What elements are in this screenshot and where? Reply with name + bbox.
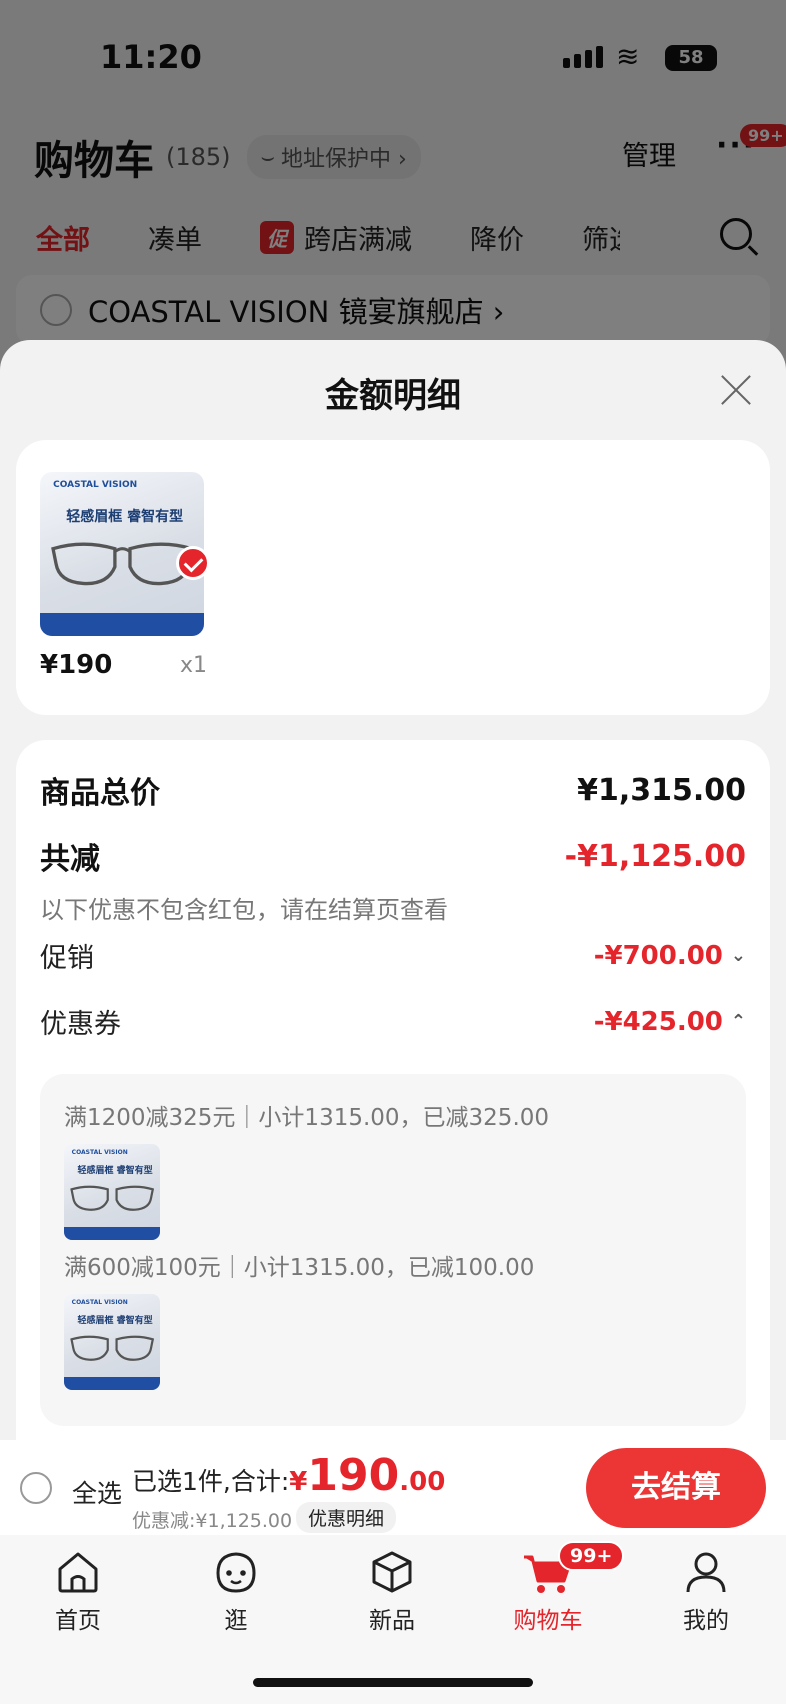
product-brand: COASTAL VISION [71,1148,128,1156]
tab-home-label: 首页 [55,1608,101,1634]
order-summary: 已选1件,合计: ¥ 190 .00 [132,1450,445,1501]
promo-value: -¥700.00 [593,940,723,971]
glasses-illustration [50,542,194,586]
checkout-button[interactable]: 去结算 [586,1448,766,1528]
total-row: 商品总价 ¥1,315.00 [40,768,746,812]
tab-profile[interactable]: 我的 [646,1549,766,1635]
box-icon [372,1551,412,1593]
discount-detail-link[interactable]: 优惠明细 [296,1502,397,1533]
coupon-label: 优惠券 [40,1009,121,1040]
profile-icon [686,1552,726,1593]
product-slogan: 轻感眉框 睿智有型 [77,1316,153,1327]
browse-icon [216,1552,256,1593]
close-icon[interactable] [716,370,756,410]
coupon-line: 满1200减325元｜小计1315.00，已减325.00 [64,1105,550,1131]
item-quantity: x1 [180,653,208,678]
coupon-row[interactable]: 优惠券 -¥425.00 ⌃ [40,1002,746,1041]
product-image-strip [40,613,204,636]
product-slogan: 轻感眉框 睿智有型 [77,1166,153,1177]
total-decimal: .00 [399,1467,446,1497]
reduce-note: 以下优惠不包含红包，请在结算页查看 [40,896,448,924]
sheet-title: 金额明细 [325,376,461,416]
product-image-strip [64,1226,160,1240]
product-image-strip [64,1376,160,1390]
total-label: 商品总价 [40,776,160,811]
glasses-illustration [70,1335,154,1361]
summary-prefix: 已选1件,合计: [132,1467,290,1496]
select-all-label[interactable]: 全选 [72,1474,122,1510]
selected-check-icon [176,546,210,580]
promo-label: 促销 [40,943,94,974]
chevron-up-icon[interactable]: ⌃ [731,1011,746,1032]
glasses-illustration [70,1185,154,1211]
amount-detail-sheet: 金额明细 COASTAL VISION 轻感眉框 睿智有型 ¥190 x1 商品… [0,340,786,1460]
coupon-product-image[interactable]: COASTAL VISION 轻感眉框 睿智有型 [64,1294,160,1390]
coupon-value-group: -¥425.00 ⌃ [594,1007,746,1037]
item-price: ¥190 [40,650,113,680]
currency-symbol: ¥ [289,1467,308,1497]
price-breakdown-card: 商品总价 ¥1,315.00 共减 -¥1,125.00 以下优惠不包含红包，请… [16,740,770,1460]
coupon-line: 满600减100元｜小计1315.00，已减100.00 [64,1255,535,1281]
reduce-label: 共减 [40,842,100,877]
checkout-bar: 全选 已选1件,合计: ¥ 190 .00 优惠减:¥1,125.00 优惠明细… [0,1440,786,1535]
tab-new-label: 新品 [369,1608,415,1634]
product-brand: COASTAL VISION [71,1298,128,1306]
product-slogan: 轻感眉框 睿智有型 [66,509,184,526]
coupon-detail-box: 满1200减325元｜小计1315.00，已减325.00 COASTAL VI… [40,1074,746,1426]
chevron-down-icon[interactable]: ⌄ [731,945,746,966]
discount-amount: 优惠减:¥1,125.00 [132,1510,293,1532]
product-brand: COASTAL VISION [53,480,138,491]
tab-browse-label: 逛 [224,1608,248,1634]
tab-new[interactable]: 新品 [332,1549,452,1635]
total-integer: 190 [307,1450,400,1501]
select-all-radio[interactable] [20,1472,52,1504]
tab-profile-label: 我的 [683,1608,729,1634]
coupon-value: -¥425.00 [593,1006,723,1037]
promo-row[interactable]: 促销 -¥700.00 ⌄ [40,936,746,975]
selected-product-card: COASTAL VISION 轻感眉框 睿智有型 ¥190 x1 [16,440,770,715]
reduce-value: -¥1,125.00 [564,838,746,874]
reduce-row: 共减 -¥1,125.00 [40,834,746,878]
home-indicator[interactable] [253,1678,533,1687]
total-value: ¥1,315.00 [577,772,746,808]
tab-cart-label: 购物车 [513,1608,583,1634]
tab-home[interactable]: 首页 [18,1549,138,1635]
cart-badge: 99+ [558,1541,625,1571]
tab-cart[interactable]: 99+ 购物车 [488,1541,625,1635]
home-icon [58,1552,98,1593]
coupon-product-image[interactable]: COASTAL VISION 轻感眉框 睿智有型 [64,1144,160,1240]
tab-browse[interactable]: 逛 [176,1549,296,1635]
promo-value-group: -¥700.00 ⌄ [594,941,746,971]
